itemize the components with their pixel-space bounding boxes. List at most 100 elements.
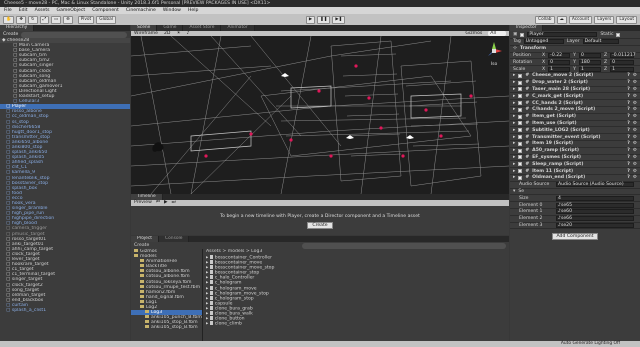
component-enabled-checkbox[interactable] — [518, 114, 523, 119]
rotation-y-field[interactable]: 180 — [578, 59, 601, 65]
script-component-header[interactable]: ▸ # C_mark_get (Script)? ⚙ — [510, 93, 640, 101]
component-enabled-checkbox[interactable] — [518, 148, 523, 153]
foldout-arrow-icon[interactable]: ▸ — [513, 121, 515, 126]
help-icon[interactable]: ? — [627, 114, 630, 119]
global-toggle[interactable]: Global — [96, 15, 116, 24]
help-icon[interactable]: ? — [627, 162, 630, 167]
se-element-field[interactable]: ♪se66 — [556, 216, 634, 222]
help-icon[interactable]: ? — [627, 141, 630, 146]
project-file[interactable]: ▸ clone_climb — [203, 321, 509, 326]
hierarchy-item[interactable]: ▢ splash_a_clist1 — [0, 308, 130, 313]
scale-tool-button[interactable]: ⤢ — [39, 15, 50, 24]
gear-icon[interactable]: ⚙ — [633, 101, 640, 106]
menu-gameobject[interactable]: GameObject — [57, 8, 86, 13]
scale-x-field[interactable]: 1 — [548, 66, 571, 72]
gear-icon[interactable]: ⚙ — [633, 121, 640, 126]
scene-viewport[interactable]: Iso — [131, 36, 509, 194]
tab-inspector[interactable]: Inspector — [510, 25, 544, 31]
foldout-arrow-icon[interactable]: ▸ — [513, 107, 515, 112]
component-enabled-checkbox[interactable] — [518, 73, 523, 78]
position-z-field[interactable]: -0.011217 — [610, 52, 636, 58]
component-enabled-checkbox[interactable] — [518, 80, 523, 85]
gear-icon[interactable]: ⚙ — [633, 162, 640, 167]
gear-icon[interactable]: ⚙ — [633, 135, 640, 140]
foldout-arrow-icon[interactable]: ▸ — [513, 155, 515, 160]
help-icon[interactable]: ? — [627, 80, 630, 85]
foldout-arrow-icon[interactable]: ▸ — [513, 135, 515, 140]
gear-icon[interactable]: ⚙ — [633, 94, 640, 99]
foldout-arrow-icon[interactable]: ▸ — [513, 169, 515, 174]
hierarchy-search-input[interactable] — [21, 31, 127, 38]
project-create-button[interactable]: Create — [134, 243, 149, 248]
script-component-header[interactable]: ▸ # Item_use (Script)? ⚙ — [510, 121, 640, 128]
pivot-toggle[interactable]: Pivot — [77, 15, 95, 24]
script-component-header[interactable]: ▸ # EF_sysmes (Script)? ⚙ — [510, 155, 640, 162]
menu-cinemachine[interactable]: Cinemachine — [126, 8, 156, 13]
timeline-create-button[interactable]: Create — [307, 222, 333, 229]
foldout-arrow-icon[interactable]: ▸ — [513, 148, 515, 153]
tag-dropdown[interactable]: Untagged — [523, 39, 564, 45]
help-icon[interactable]: ? — [627, 107, 630, 112]
gear-icon[interactable]: ⚙ — [633, 87, 640, 92]
gear-icon[interactable]: ⚙ — [633, 80, 640, 85]
position-x-field[interactable]: -0.22 — [548, 52, 571, 58]
position-y-field[interactable]: 0 — [578, 52, 601, 58]
cloud-button[interactable]: ☁ — [556, 15, 567, 24]
help-icon[interactable]: ? — [627, 169, 630, 174]
layer-dropdown[interactable]: Default — [582, 39, 619, 45]
step-button[interactable]: ▶❚ — [332, 15, 346, 24]
tab-console[interactable]: Console — [159, 236, 190, 242]
script-component-header[interactable]: ▸ # C/hands 2_move (Script)? ⚙ — [510, 107, 640, 114]
component-enabled-checkbox[interactable] — [518, 141, 523, 146]
se-array-header[interactable]: ▾ Se — [510, 189, 640, 196]
rotation-x-field[interactable]: 0 — [548, 59, 571, 65]
transform-header[interactable]: ⊹ Transform — [510, 46, 640, 53]
add-component-button[interactable]: Add Component — [552, 233, 598, 241]
help-icon[interactable]: ? — [627, 101, 630, 106]
timeline-last-frame-icon[interactable]: ⏭ — [172, 200, 176, 206]
script-component-header[interactable]: ▸ # Item 19 (Script)? ⚙ — [510, 141, 640, 148]
menu-help[interactable]: Help — [188, 8, 198, 13]
timeline-play-icon[interactable]: ▶ — [164, 200, 168, 206]
hand-tool-button[interactable]: ✋ — [3, 15, 15, 24]
gear-icon[interactable]: ⚙ — [633, 73, 640, 78]
gear-icon[interactable]: ⚙ — [633, 141, 640, 146]
component-enabled-checkbox[interactable] — [518, 128, 523, 133]
foldout-arrow-icon[interactable]: ▸ — [513, 101, 515, 106]
menu-edit[interactable]: Edit — [19, 8, 28, 13]
account-dropdown[interactable]: Account — [568, 15, 593, 24]
timeline-first-frame-icon[interactable]: ⏮ — [156, 200, 160, 206]
se-element-field[interactable]: ♪se60 — [556, 209, 634, 215]
foldout-arrow-icon[interactable]: ▸ — [513, 141, 515, 146]
script-component-header[interactable]: ▸ # Item 11 (Script)? ⚙ — [510, 168, 640, 175]
gear-icon[interactable]: ⚙ — [633, 107, 640, 112]
move-tool-button[interactable]: ✥ — [16, 15, 26, 24]
project-folder[interactable]: anki105_stop_B.fbm — [131, 325, 202, 330]
component-enabled-checkbox[interactable] — [518, 162, 523, 167]
script-component-header[interactable]: ▸ # Cheese_move 2 (Script)? ⚙ — [510, 73, 640, 80]
script-component-header[interactable]: ▸ # Subtitle_LOG2 (Script)? ⚙ — [510, 127, 640, 135]
tab-hierarchy[interactable]: Hierarchy — [0, 25, 35, 31]
gear-icon[interactable]: ⚙ — [633, 175, 640, 180]
help-icon[interactable]: ? — [627, 155, 630, 160]
foldout-arrow-icon[interactable]: ▸ — [513, 162, 515, 167]
layout-dropdown[interactable]: Layout — [616, 15, 638, 24]
gear-icon[interactable]: ⚙ — [633, 114, 640, 119]
scale-y-field[interactable]: 1 — [578, 66, 601, 72]
transform-tool-button[interactable]: ⊕ — [63, 15, 73, 24]
component-enabled-checkbox[interactable] — [518, 175, 523, 180]
component-enabled-checkbox[interactable] — [518, 155, 523, 160]
orientation-gizmo[interactable]: Iso — [483, 40, 505, 67]
script-component-header[interactable]: ▸ # A50_ramp (Script)? ⚙ — [510, 148, 640, 155]
gear-icon[interactable]: ⚙ — [633, 155, 640, 160]
help-icon[interactable]: ? — [627, 73, 630, 78]
script-component-header[interactable]: ▸ # Sleep_ramp (Script)? ⚙ — [510, 161, 640, 169]
foldout-arrow-icon[interactable]: ▸ — [513, 73, 515, 78]
scale-z-field[interactable]: 1 — [610, 66, 635, 72]
projection-label[interactable]: Iso — [483, 62, 505, 67]
component-enabled-checkbox[interactable] — [518, 94, 523, 99]
component-enabled-checkbox[interactable] — [518, 101, 523, 106]
script-component-header[interactable]: ▸ # Transmitter_event (Script)? ⚙ — [510, 134, 640, 141]
script-component-header[interactable]: ▸ # Taser_main 28 (Script)? ⚙ — [510, 87, 640, 94]
foldout-arrow-icon[interactable]: ▸ — [513, 87, 515, 92]
